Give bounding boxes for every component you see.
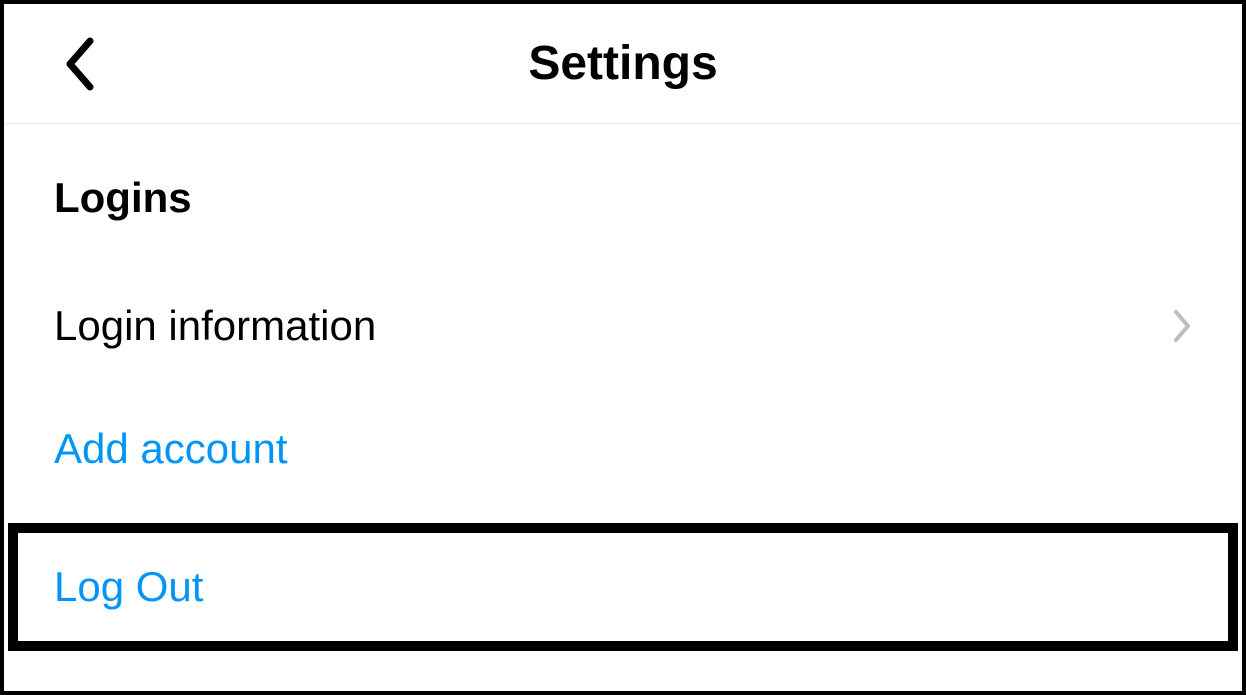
chevron-left-icon bbox=[64, 37, 94, 91]
log-out-label: Log Out bbox=[54, 563, 203, 610]
content: Logins Login information Add account Log… bbox=[4, 124, 1242, 651]
back-button[interactable] bbox=[54, 34, 104, 94]
header: Settings bbox=[4, 4, 1242, 124]
add-account-label: Add account bbox=[54, 425, 288, 472]
login-information-label: Login information bbox=[54, 302, 376, 350]
chevron-right-icon bbox=[1172, 308, 1192, 344]
log-out-item[interactable]: Log Out bbox=[8, 523, 1238, 651]
add-account-item[interactable]: Add account bbox=[4, 380, 1242, 493]
page-title: Settings bbox=[4, 36, 1242, 91]
section-title-logins: Logins bbox=[4, 124, 1242, 242]
login-information-item[interactable]: Login information bbox=[4, 242, 1242, 380]
